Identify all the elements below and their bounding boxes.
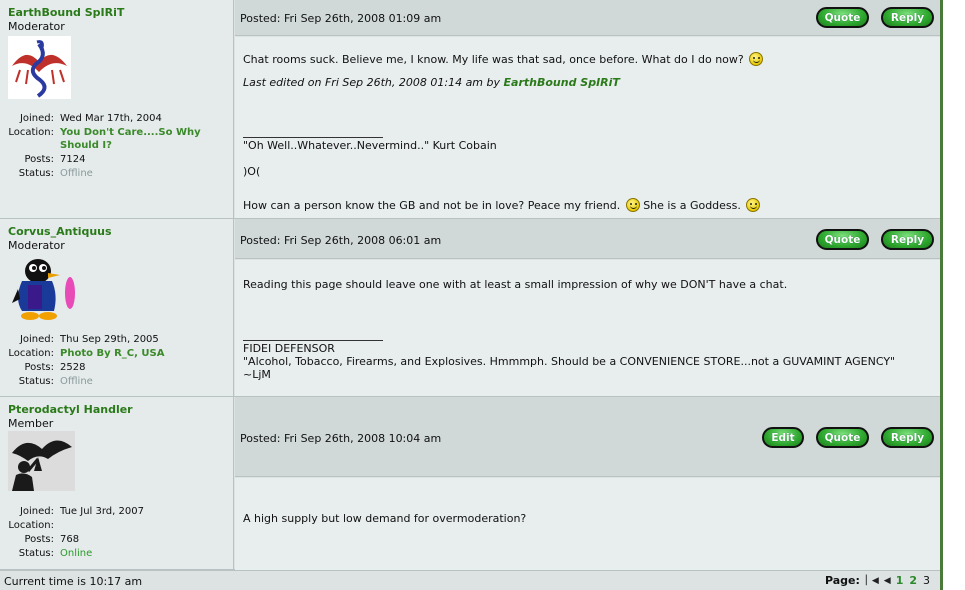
signature-line: FIDEI DEFENSOR [243,342,335,355]
signature-line: How can a person know the GB and not be … [243,199,621,212]
author-name[interactable]: Corvus_Antiquus [8,225,225,238]
status-value: Offline [60,168,93,179]
signature-line: "Alcohol, Tobacco, Firearms, and Explosi… [243,355,896,368]
post-date: Posted: Fri Sep 26th, 2008 01:09 am [240,12,442,25]
smiley-icon [746,198,761,212]
page-link[interactable]: 1 [896,574,904,587]
location-label: Location: [8,348,54,359]
location-label: Location: [8,127,54,138]
post-header: Posted: Fri Sep 26th, 2008 10:04 am Edit… [235,397,940,477]
location-label: Location: [8,520,54,531]
post-header: Posted: Fri Sep 26th, 2008 01:09 am Quot… [235,0,940,36]
forum-thread: EarthBound SpIRiT Moderator Joined: Wed M… [0,0,943,590]
post-text: Reading this page should leave one with … [243,278,788,291]
quote-button[interactable]: Quote [816,7,869,28]
edit-button[interactable]: Edit [762,427,804,448]
signature-line: )O( [243,165,261,178]
post-date: Posted: Fri Sep 26th, 2008 10:04 am [240,432,442,445]
post-text: Chat rooms suck. Believe me, I know. My … [243,53,744,66]
status-label: Status: [18,168,54,179]
joined-label: Joined: [19,506,54,517]
smiley-icon [625,198,640,212]
reply-button[interactable]: Reply [881,427,934,448]
current-page: 3 [923,574,930,587]
prev-page-icon[interactable]: ◀ [884,576,891,586]
post-body: Reading this page should leave one with … [235,260,940,396]
author-rank: Moderator [8,239,65,252]
reply-button[interactable]: Reply [881,229,934,250]
location-value[interactable]: You Don't Care....So Why Should I? [60,126,230,152]
post-text: A high supply but low demand for overmod… [243,512,527,525]
quote-button[interactable]: Quote [816,427,869,448]
pagination: Page: ▏◀ ◀ 1 2 3 [825,574,930,587]
author-panel: Pterodactyl Handler Member Joined: Tue Ju… [0,397,234,569]
post-body: A high supply but low demand for overmod… [235,478,940,570]
wink-smiley-icon [749,52,764,66]
quote-button[interactable]: Quote [816,229,869,250]
signature-line: ~LjM [243,368,271,381]
posts-label: Posts: [24,362,54,373]
avatar [8,431,75,494]
joined-value: Wed Mar 17th, 2004 [60,113,162,124]
signature-divider [243,340,383,341]
posts-label: Posts: [24,534,54,545]
signature-line: "Oh Well..Whatever..Nevermind.." Kurt Co… [243,139,497,152]
author-stats: Joined: Tue Jul 3rd, 2007 Location: Posts… [8,505,230,561]
avatar [8,36,71,102]
posts-label: Posts: [24,154,54,165]
author-rank: Moderator [8,20,65,33]
page-label: Page: [824,574,860,587]
avatar [8,255,80,324]
author-stats: Joined: Thu Sep 29th, 2005 Location: Photo… [8,333,230,389]
reply-button[interactable]: Reply [881,7,934,28]
current-time: Current time is 10:17 am [4,575,143,588]
edited-note: Last edited on Fri Sep 26th, 2008 01:14 … [243,76,504,89]
author-name[interactable]: Pterodactyl Handler [8,403,225,416]
joined-value: Tue Jul 3rd, 2007 [60,506,144,517]
thread-footer: Current time is 10:17 am Page: ▏◀ ◀ 1 2 … [0,570,940,590]
status-value: Offline [60,376,93,387]
post-header: Posted: Fri Sep 26th, 2008 06:01 am Quot… [235,219,940,259]
location-value[interactable]: Photo By R_C, USA [60,347,230,360]
joined-label: Joined: [19,113,54,124]
status-label: Status: [18,548,54,559]
author-name[interactable]: EarthBound SpIRiT [8,6,225,19]
signature-line: She is a Goddess. [643,199,741,212]
location-value[interactable] [60,519,230,532]
first-page-icon[interactable]: ▏◀ [866,576,879,586]
joined-value: Thu Sep 29th, 2005 [60,334,159,345]
author-rank: Member [8,417,54,430]
edited-by-link[interactable]: EarthBound SpIRiT [504,76,620,89]
status-value: Online [60,548,93,559]
author-panel: EarthBound SpIRiT Moderator Joined: Wed M… [0,0,234,218]
post: Pterodactyl Handler Member Joined: Tue Ju… [0,397,940,570]
posts-value: 2528 [60,362,86,373]
author-panel: Corvus_Antiquus Moderator Joined: Thu Se… [0,219,234,396]
posts-value: 768 [60,534,80,545]
page-link[interactable]: 2 [909,574,917,587]
post-date: Posted: Fri Sep 26th, 2008 06:01 am [240,234,442,247]
post: Corvus_Antiquus Moderator Joined: Thu Se… [0,219,940,397]
post: EarthBound SpIRiT Moderator Joined: Wed M… [0,0,940,219]
author-stats: Joined: Wed Mar 17th, 2004 Location: You D… [8,112,230,181]
joined-label: Joined: [19,334,54,345]
signature-divider [243,137,383,138]
post-body: Chat rooms suck. Believe me, I know. My … [235,37,940,218]
status-label: Status: [18,376,54,387]
posts-value: 7124 [60,154,86,165]
